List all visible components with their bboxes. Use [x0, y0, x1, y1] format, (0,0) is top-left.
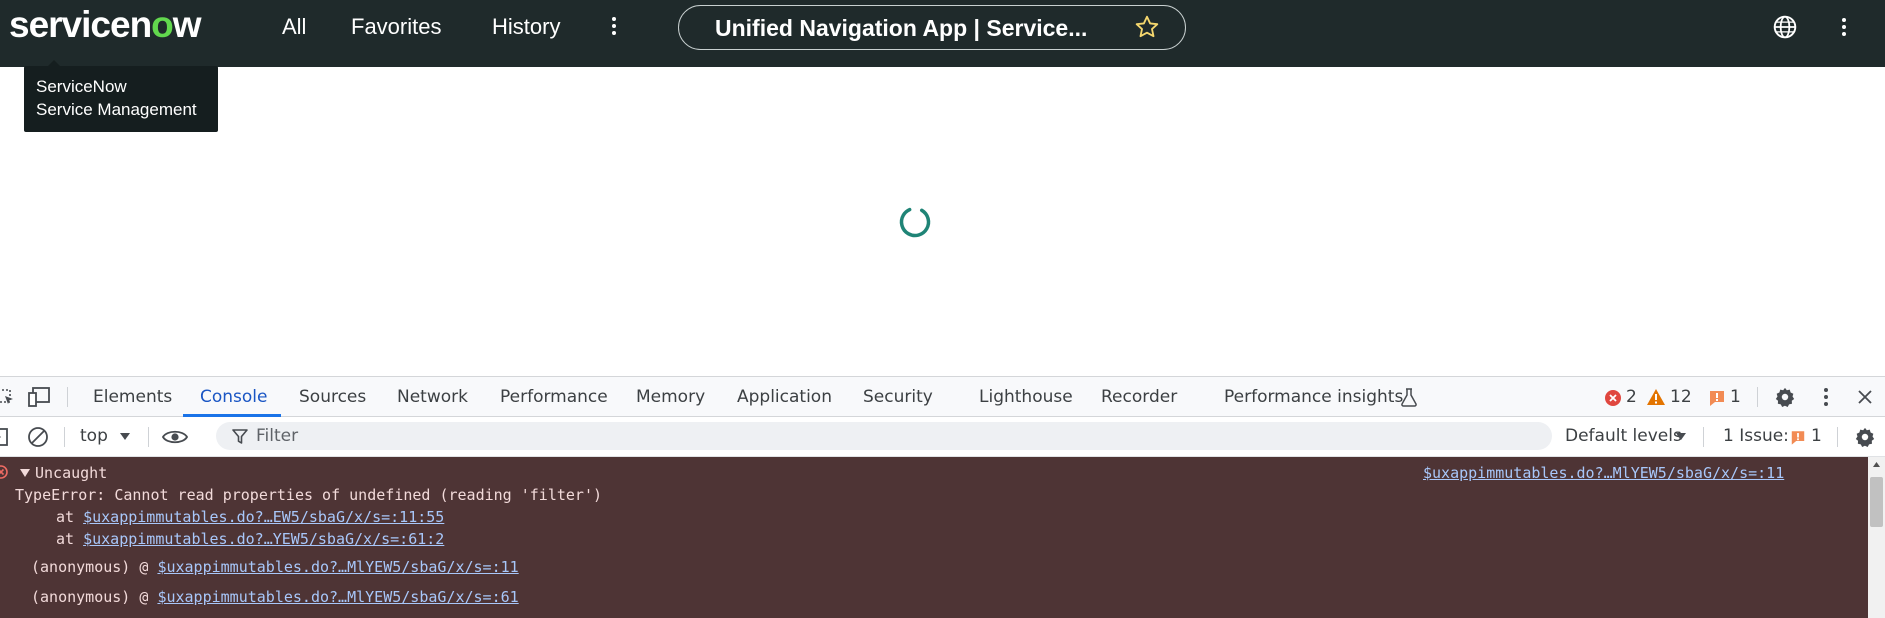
- issues-toolbar-count[interactable]: 1: [1811, 426, 1822, 446]
- favorite-star-icon[interactable]: [1134, 14, 1160, 40]
- loading-spinner-icon: [899, 206, 931, 238]
- devtools-panel: Elements Console Sources Network Perform…: [0, 376, 1885, 618]
- live-expression-eye-icon[interactable]: [161, 428, 189, 446]
- clear-console-icon[interactable]: [27, 426, 49, 448]
- tab-recorder[interactable]: Recorder: [1101, 387, 1177, 407]
- issues-label[interactable]: 1 Issue:: [1723, 426, 1789, 446]
- tab-security[interactable]: Security: [863, 387, 933, 407]
- settings-gear-icon[interactable]: [1774, 386, 1796, 408]
- uncaught-label[interactable]: Uncaught: [35, 464, 107, 482]
- stack-link[interactable]: $uxappimmutables.do?…EW5/sbaG/x/s=:11:55: [83, 508, 444, 526]
- inspect-element-icon[interactable]: [0, 387, 16, 407]
- tab-memory[interactable]: Memory: [636, 387, 705, 407]
- tab-separator: [67, 387, 68, 407]
- tab-network[interactable]: Network: [397, 387, 468, 407]
- tab-performance[interactable]: Performance: [500, 387, 608, 407]
- filter-placeholder: Filter: [256, 426, 299, 446]
- tab-separator: [1757, 387, 1758, 407]
- console-scrollbar[interactable]: [1868, 457, 1885, 618]
- call-frame: (anonymous) @ $uxappimmutables.do?…MlYEW…: [31, 558, 519, 576]
- filter-funnel-icon: [232, 429, 248, 444]
- tooltip-line-1: ServiceNow: [36, 77, 127, 96]
- issues-badge-icon[interactable]: [1708, 389, 1726, 407]
- console-settings-icon[interactable]: [1854, 426, 1876, 448]
- context-selector[interactable]: top: [80, 426, 108, 446]
- log-levels-chevron-icon[interactable]: [1675, 432, 1687, 442]
- stack-frame: at $uxappimmutables.do?…YEW5/sbaG/x/s=:6…: [56, 530, 444, 548]
- toolbar-separator: [1703, 427, 1704, 447]
- expand-triangle-icon[interactable]: [19, 468, 31, 478]
- devtools-more-icon[interactable]: [1820, 387, 1832, 407]
- page-title-pill: Unified Navigation App | Service...: [678, 5, 1186, 50]
- nav-favorites[interactable]: Favorites: [351, 14, 441, 40]
- error-message-icon: [0, 465, 8, 479]
- stack-link[interactable]: $uxappimmutables.do?…YEW5/sbaG/x/s=:61:2: [83, 530, 444, 548]
- servicenow-header: servicenow All Favorites History Unified…: [0, 0, 1885, 67]
- call-frame: (anonymous) @ $uxappimmutables.do?…MlYEW…: [31, 588, 519, 606]
- tooltip-line-2: Service Management: [36, 100, 197, 119]
- logo-text-o: o: [151, 4, 174, 45]
- error-count-icon[interactable]: [1604, 389, 1622, 407]
- issues-toolbar-icon[interactable]: [1790, 429, 1806, 446]
- toolbar-separator: [64, 427, 65, 447]
- sidebar-toggle-icon[interactable]: [0, 428, 8, 446]
- nav-all[interactable]: All: [282, 14, 306, 40]
- tab-sources[interactable]: Sources: [299, 387, 366, 407]
- logo-text-end: w: [172, 4, 202, 45]
- nav-more-icon[interactable]: [606, 14, 622, 42]
- warning-count-icon[interactable]: [1646, 388, 1666, 406]
- console-filter-input[interactable]: Filter: [216, 422, 1552, 450]
- scroll-up-arrow-icon[interactable]: [1872, 461, 1881, 468]
- nav-history[interactable]: History: [492, 14, 560, 40]
- error-count[interactable]: 2: [1626, 387, 1637, 407]
- tab-elements[interactable]: Elements: [93, 387, 172, 407]
- close-devtools-icon[interactable]: [1857, 389, 1873, 405]
- warning-count[interactable]: 12: [1670, 387, 1692, 407]
- console-output: Uncaught $uxappimmutables.do?…MlYEW5/sba…: [0, 457, 1868, 618]
- tab-lighthouse[interactable]: Lighthouse: [979, 387, 1073, 407]
- scroll-thumb[interactable]: [1870, 477, 1883, 527]
- issues-badge-count[interactable]: 1: [1730, 387, 1741, 407]
- stack-frame: at $uxappimmutables.do?…EW5/sbaG/x/s=:11…: [56, 508, 444, 526]
- call-link[interactable]: $uxappimmutables.do?…MlYEW5/sbaG/x/s=:61: [157, 588, 518, 606]
- context-dropdown-icon[interactable]: [119, 432, 131, 442]
- servicenow-logo[interactable]: servicenow: [9, 4, 202, 46]
- devtools-tab-bar: Elements Console Sources Network Perform…: [0, 376, 1885, 417]
- call-prefix: (anonymous) @: [31, 558, 158, 576]
- header-more-icon[interactable]: [1837, 15, 1851, 43]
- call-link[interactable]: $uxappimmutables.do?…MlYEW5/sbaG/x/s=:11: [157, 558, 518, 576]
- error-message: TypeError: Cannot read properties of und…: [15, 486, 602, 504]
- logo-text-start: servicen: [9, 4, 152, 45]
- flask-icon: [1401, 388, 1417, 407]
- logo-tooltip: ServiceNow Service Management: [24, 60, 218, 132]
- stack-prefix: at: [56, 508, 84, 526]
- device-toolbar-icon[interactable]: [28, 386, 52, 408]
- tab-application[interactable]: Application: [737, 387, 832, 407]
- log-levels-dropdown[interactable]: Default levels: [1565, 426, 1682, 446]
- tab-performance-insights[interactable]: Performance insights: [1224, 387, 1403, 407]
- toolbar-separator: [148, 427, 149, 447]
- console-toolbar: top Filter Default levels 1 Issue: 1: [0, 417, 1885, 457]
- call-prefix: (anonymous) @: [31, 588, 158, 606]
- globe-icon[interactable]: [1772, 14, 1798, 40]
- page-title: Unified Navigation App | Service...: [715, 15, 1088, 41]
- source-link[interactable]: $uxappimmutables.do?…MlYEW5/sbaG/x/s=:11: [1423, 464, 1784, 482]
- tab-console[interactable]: Console: [200, 387, 268, 407]
- toolbar-separator: [1837, 427, 1838, 447]
- stack-prefix: at: [56, 530, 84, 548]
